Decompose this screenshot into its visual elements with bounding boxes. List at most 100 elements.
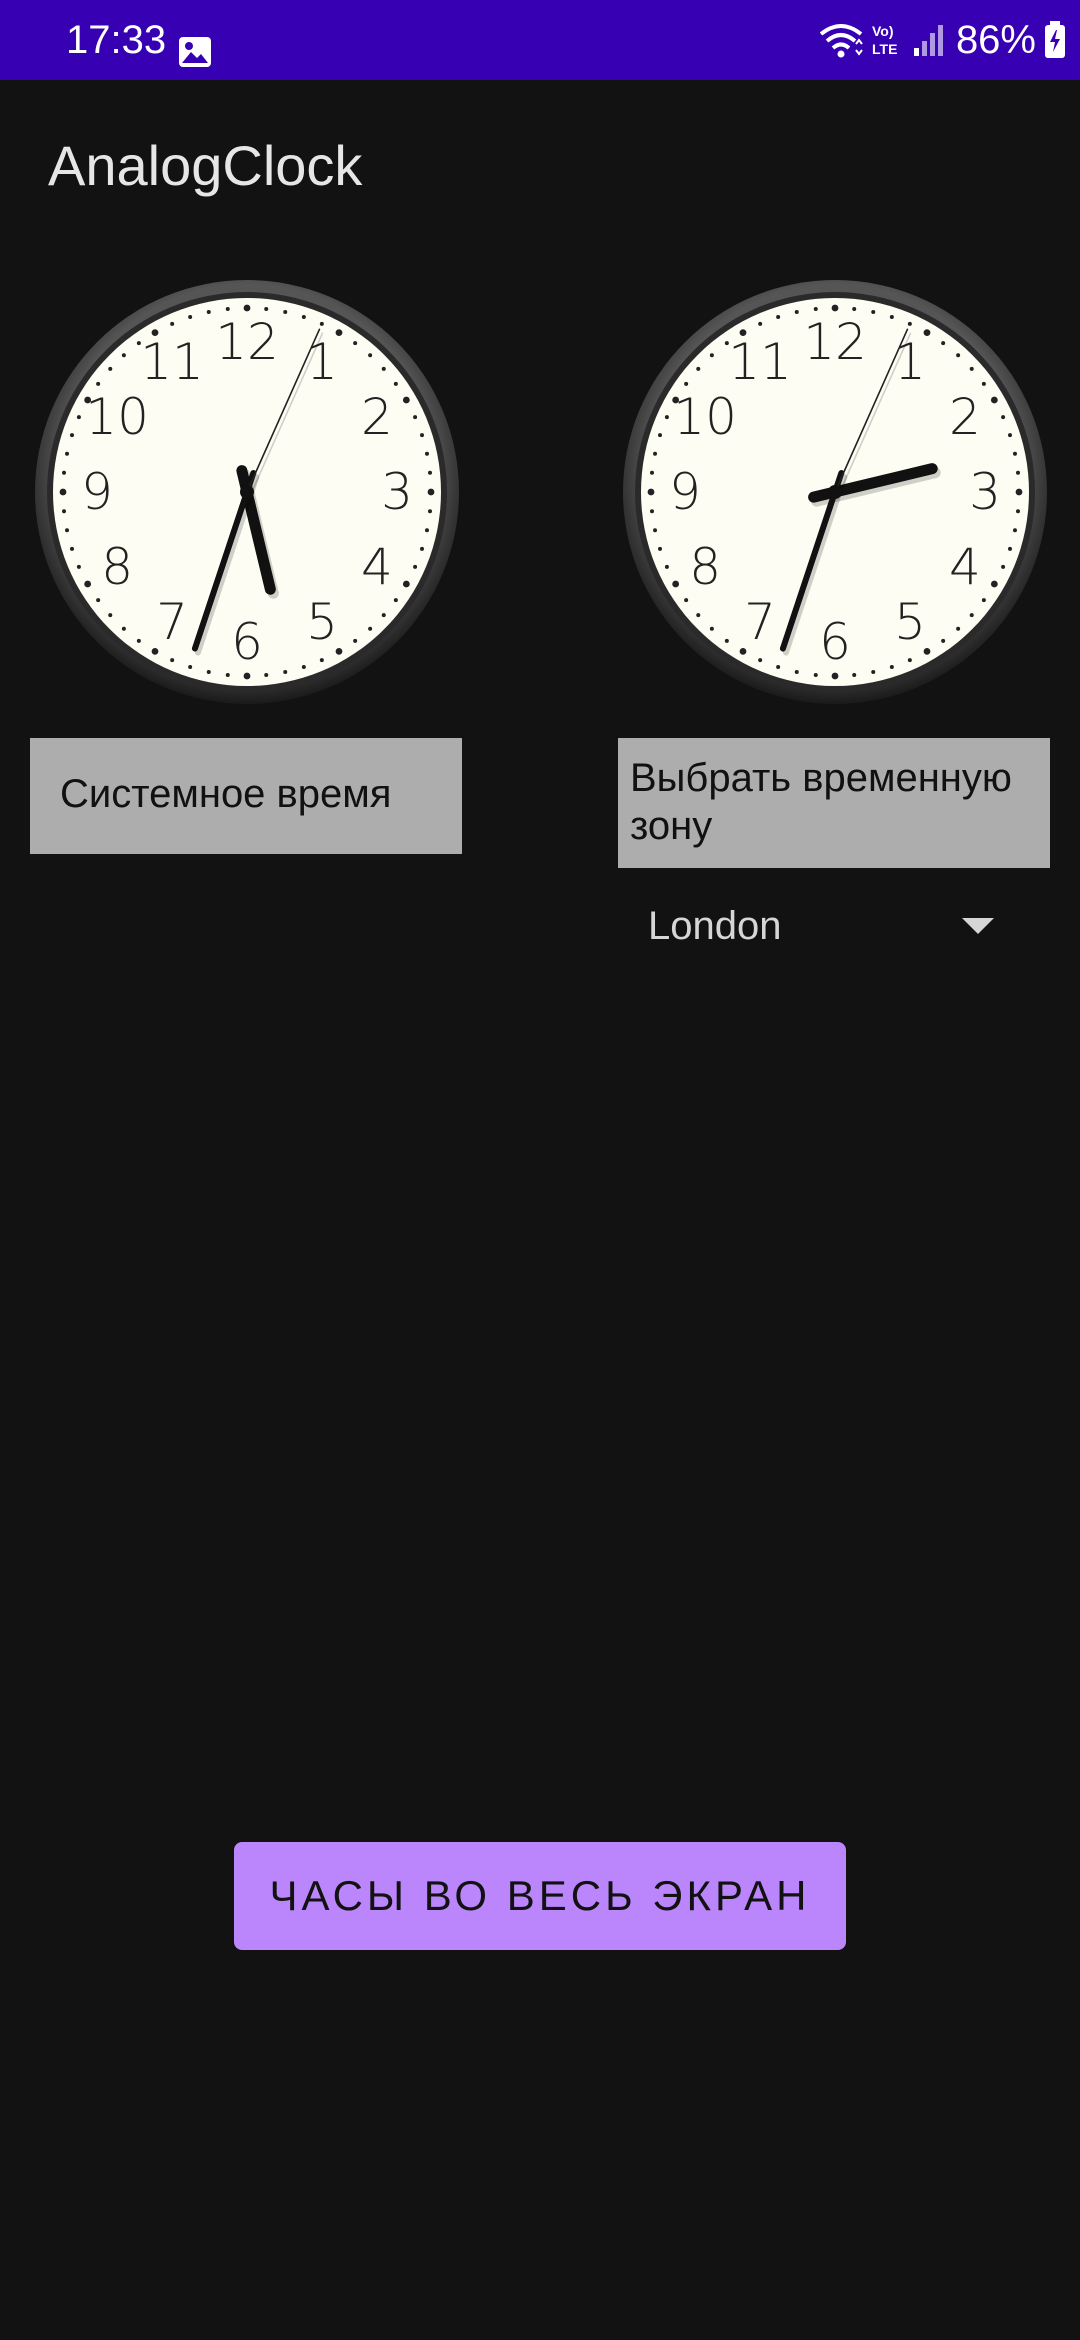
choose-timezone-button[interactable]: Выбрать временную зону xyxy=(618,738,1050,868)
minute-tick xyxy=(70,546,75,551)
clock-numeral: 9 xyxy=(81,463,113,521)
minute-tick xyxy=(647,488,655,496)
clock-center-pin xyxy=(828,485,842,499)
minute-tick xyxy=(206,669,211,674)
minute-tick xyxy=(70,433,75,438)
minute-tick xyxy=(76,415,81,420)
minute-tick xyxy=(941,638,946,643)
clock-numeral: 12 xyxy=(215,313,279,371)
minute-tick xyxy=(419,433,424,438)
minute-tick xyxy=(709,626,714,631)
minute-tick xyxy=(1015,509,1020,514)
clock-numeral: 10 xyxy=(673,388,737,446)
minute-tick xyxy=(981,598,986,603)
svg-text:Vo): Vo) xyxy=(872,23,894,39)
minute-tick xyxy=(776,315,781,320)
minute-tick xyxy=(1001,564,1006,569)
clock-numeral: 6 xyxy=(231,613,263,671)
minute-tick xyxy=(419,546,424,551)
battery-percentage: 86% xyxy=(955,18,1036,62)
clock-numeral: 5 xyxy=(894,593,926,651)
status-time: 17:33 xyxy=(66,18,167,62)
minute-tick xyxy=(684,381,689,386)
clock-numeral: 8 xyxy=(101,538,133,596)
minute-tick xyxy=(724,638,729,643)
minute-tick xyxy=(696,613,701,618)
clock-numeral: 12 xyxy=(803,313,867,371)
minute-tick xyxy=(1015,488,1023,496)
minute-tick xyxy=(653,451,658,456)
minute-tick xyxy=(427,488,435,496)
minute-tick xyxy=(969,613,974,618)
minute-tick xyxy=(402,396,410,404)
minute-tick xyxy=(188,664,193,669)
timezone-spinner-value: London xyxy=(648,904,782,948)
wifi-icon xyxy=(819,24,863,58)
clock-numeral: 11 xyxy=(140,333,204,391)
minute-tick xyxy=(393,381,398,386)
minute-tick xyxy=(319,658,324,663)
minute-tick xyxy=(243,304,251,312)
minute-tick xyxy=(758,658,763,663)
minute-tick xyxy=(206,310,211,315)
clock-numeral: 4 xyxy=(949,538,981,596)
minute-tick xyxy=(831,672,839,680)
minute-tick xyxy=(65,528,70,533)
system-time-button-label: Системное время xyxy=(60,772,392,816)
minute-tick xyxy=(889,664,894,669)
system-analog-clock: 12 12 3 45678 9 1011 xyxy=(35,280,459,704)
minute-tick xyxy=(1001,415,1006,420)
minute-tick xyxy=(758,321,763,326)
minute-tick xyxy=(907,321,912,326)
minute-tick xyxy=(393,598,398,603)
minute-tick xyxy=(664,415,669,420)
clock-numeral: 1 xyxy=(306,333,338,391)
minute-tick xyxy=(108,366,113,371)
minute-tick xyxy=(658,433,663,438)
status-icons: Vo) LTE 86% xyxy=(818,14,1066,66)
system-time-button[interactable]: Системное время xyxy=(30,738,462,854)
minute-tick xyxy=(108,613,113,618)
choose-timezone-button-label: Выбрать временную зону xyxy=(630,756,1012,848)
minute-tick xyxy=(368,626,373,631)
minute-tick xyxy=(664,564,669,569)
minute-tick xyxy=(813,672,818,677)
minute-tick xyxy=(1012,451,1017,456)
minute-tick xyxy=(121,626,126,631)
clock-numeral: 6 xyxy=(819,613,851,671)
timezone-spinner[interactable]: London xyxy=(618,890,1050,966)
minute-tick xyxy=(1015,470,1020,475)
minute-tick xyxy=(225,672,230,677)
signal-icon xyxy=(913,25,943,56)
minute-tick xyxy=(1007,433,1012,438)
minute-tick xyxy=(672,580,680,588)
minute-tick xyxy=(427,509,432,514)
minute-tick xyxy=(650,509,655,514)
clock-numeral: 2 xyxy=(361,388,393,446)
minute-tick xyxy=(264,672,269,677)
minute-tick xyxy=(990,580,998,588)
battery-icon xyxy=(1045,21,1065,58)
minute-tick xyxy=(650,470,655,475)
app-title: AnalogClock xyxy=(48,134,363,197)
minute-tick xyxy=(170,658,175,663)
minute-tick xyxy=(831,304,839,312)
minute-tick xyxy=(170,321,175,326)
clock-numeral: 1 xyxy=(894,333,926,391)
minute-tick xyxy=(96,381,101,386)
minute-tick xyxy=(136,638,141,643)
minute-tick xyxy=(243,672,251,680)
clock-numeral: 3 xyxy=(381,463,413,521)
minute-tick xyxy=(990,396,998,404)
minute-tick xyxy=(852,672,857,677)
minute-tick xyxy=(658,546,663,551)
minute-tick xyxy=(413,564,418,569)
timezone-analog-clock: 12 12 3 45678 9 1011 xyxy=(623,280,1047,704)
minute-tick xyxy=(96,598,101,603)
minute-tick xyxy=(813,307,818,312)
clock-center-pin xyxy=(240,485,254,499)
minute-tick xyxy=(956,626,961,631)
fullscreen-clock-button[interactable]: ЧАСЫ ВО ВЕСЬ ЭКРАН xyxy=(234,1842,846,1950)
minute-tick xyxy=(319,321,324,326)
minute-tick xyxy=(353,638,358,643)
